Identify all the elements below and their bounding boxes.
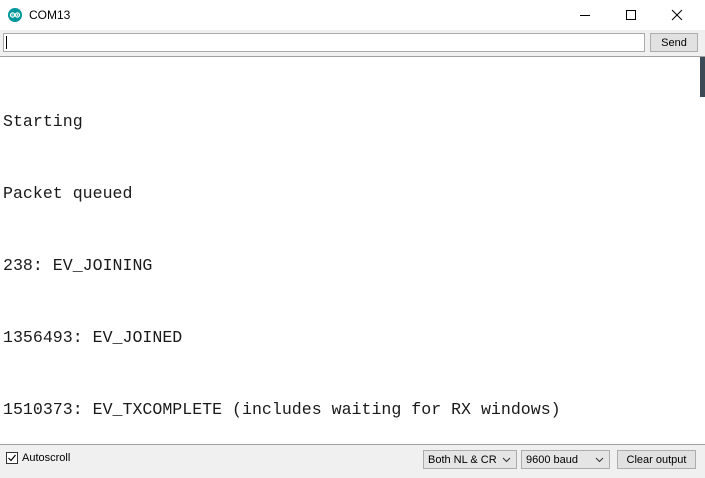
clear-output-button[interactable]: Clear output bbox=[617, 450, 696, 469]
output-line: Starting bbox=[3, 112, 83, 131]
serial-input[interactable] bbox=[3, 33, 645, 52]
serial-monitor-window: COM13 Send Starting Packet queued 238: E… bbox=[0, 0, 705, 478]
maximize-icon bbox=[626, 10, 636, 20]
send-button[interactable]: Send bbox=[650, 33, 698, 52]
text-caret bbox=[6, 36, 7, 49]
output-line: Packet queued bbox=[3, 184, 133, 203]
line-ending-value: Both NL & CR bbox=[428, 453, 497, 466]
autoscroll-label: Autoscroll bbox=[22, 452, 71, 464]
serial-output[interactable]: Starting Packet queued 238: EV_JOINING 1… bbox=[0, 56, 705, 445]
chevron-down-icon bbox=[595, 457, 604, 463]
title-bar[interactable]: COM13 bbox=[0, 0, 705, 30]
close-icon bbox=[671, 9, 683, 21]
minimize-button[interactable] bbox=[562, 0, 608, 30]
autoscroll-toggle[interactable]: Autoscroll bbox=[6, 452, 70, 464]
arduino-icon bbox=[8, 8, 22, 22]
checkmark-icon bbox=[8, 454, 16, 462]
baud-rate-select[interactable]: 9600 baud bbox=[521, 450, 610, 469]
line-ending-select[interactable]: Both NL & CR bbox=[423, 450, 517, 469]
autoscroll-checkbox[interactable] bbox=[6, 452, 18, 464]
status-toolbar: Autoscroll Both NL & CR 9600 baud Clear … bbox=[0, 445, 705, 478]
send-toolbar: Send bbox=[0, 30, 705, 56]
output-line: 238: EV_JOINING bbox=[3, 256, 153, 275]
output-text: Starting Packet queued 238: EV_JOINING 1… bbox=[3, 62, 561, 444]
output-line: 1510373: EV_TXCOMPLETE (includes waiting… bbox=[3, 400, 561, 419]
chevron-down-icon bbox=[502, 457, 511, 463]
minimize-icon bbox=[580, 15, 590, 16]
window-title: COM13 bbox=[29, 8, 71, 22]
output-line: 1356493: EV_JOINED bbox=[3, 328, 183, 347]
scrollbar-edge[interactable] bbox=[700, 57, 705, 97]
close-button[interactable] bbox=[654, 0, 700, 30]
maximize-button[interactable] bbox=[608, 0, 654, 30]
baud-rate-value: 9600 baud bbox=[526, 453, 578, 466]
